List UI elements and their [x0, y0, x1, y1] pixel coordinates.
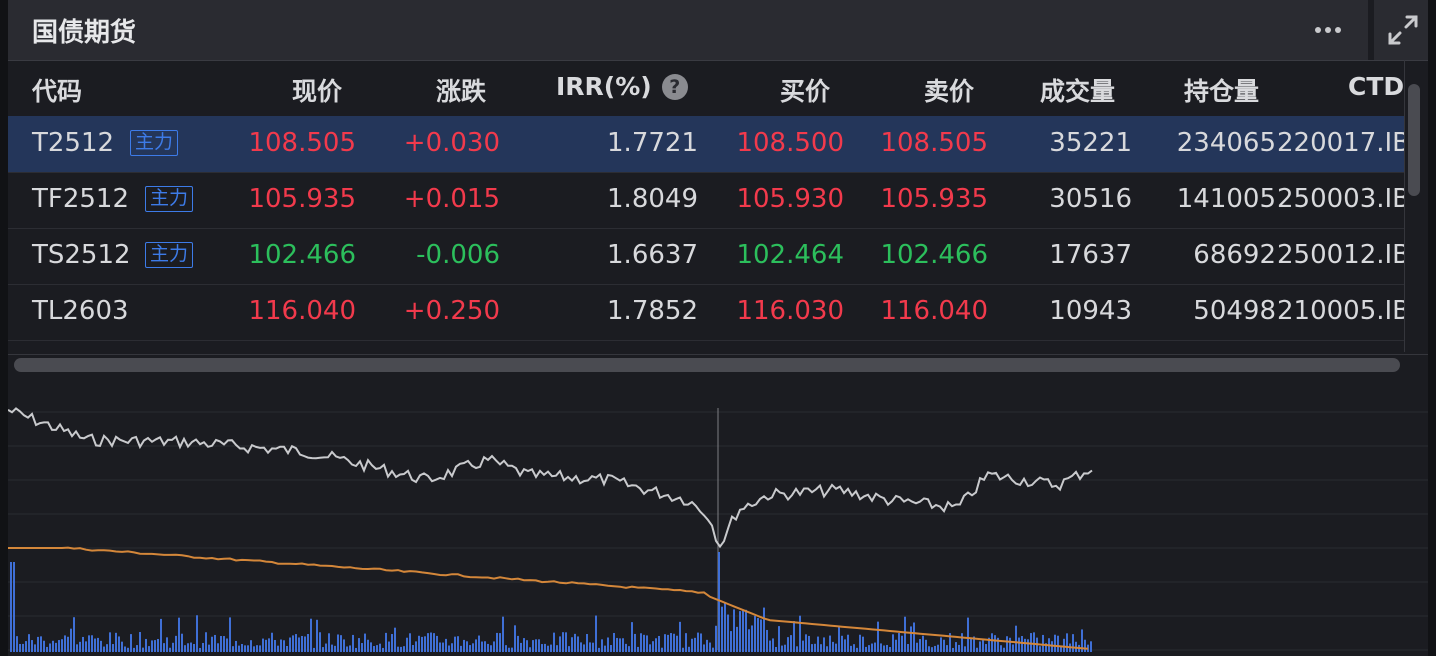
row-change: +0.030 — [403, 128, 500, 158]
row-oi: 68692 — [1193, 240, 1276, 270]
left-border — [0, 0, 8, 656]
row-change: -0.006 — [416, 240, 500, 270]
row-ask: 105.935 — [880, 184, 988, 214]
table-header: 代码 现价 涨跌 IRR(%)? 买价 卖价 成交量 持仓量 CTD — [8, 60, 1404, 116]
bond-futures-panel: 国债期货 代码 现价 涨跌 IRR(%)? 买价 卖价 成交量 持仓量 CTD … — [0, 0, 1436, 656]
row-bid: 108.500 — [736, 128, 844, 158]
row-price: 116.040 — [248, 296, 356, 326]
col-header-code[interactable]: 代码 — [32, 72, 82, 108]
horizontal-scroll-thumb[interactable] — [14, 358, 1400, 372]
table-row[interactable]: T2512 主力 108.505 +0.030 1.7721 108.500 108.505… — [8, 116, 1404, 173]
row-code: TF2512 — [32, 184, 130, 214]
col-header-ctd[interactable]: CTD — [1348, 72, 1404, 101]
vertical-scroll-thumb[interactable] — [1408, 84, 1420, 196]
row-oi: 141005 — [1176, 184, 1276, 214]
row-price: 108.505 — [248, 128, 356, 158]
row-ask: 116.040 — [880, 296, 988, 326]
col-header-bid[interactable]: 买价 — [780, 72, 830, 108]
main-contract-badge: 主力 — [130, 130, 179, 156]
col-header-open-interest[interactable]: 持仓量 — [1184, 72, 1259, 108]
futures-table: 代码 现价 涨跌 IRR(%)? 买价 卖价 成交量 持仓量 CTD T2512… — [8, 60, 1404, 356]
right-border — [1428, 0, 1436, 656]
row-change: +0.015 — [403, 184, 500, 214]
row-price: 102.466 — [248, 240, 356, 270]
row-bid: 102.464 — [736, 240, 844, 270]
row-irr: 1.8049 — [607, 184, 698, 214]
row-code: TL2603 — [32, 296, 129, 326]
table-row[interactable]: TL2603 116.040 +0.250 1.7852 116.030 116.040 1… — [8, 284, 1404, 341]
header-divider — [1368, 0, 1374, 60]
row-code: T2512 — [32, 128, 115, 158]
row-irr: 1.7721 — [607, 128, 698, 158]
row-volume: 30516 — [1049, 184, 1132, 214]
panel-header: 国债期货 — [8, 0, 1428, 61]
col-header-volume[interactable]: 成交量 — [1040, 72, 1115, 108]
row-volume: 17637 — [1049, 240, 1132, 270]
average-price-line — [8, 546, 1089, 650]
row-volume: 35221 — [1049, 128, 1132, 158]
table-row[interactable]: TS2512 主力 102.466 -0.006 1.6637 102.464 102.46… — [8, 228, 1404, 285]
main-contract-badge: 主力 — [145, 186, 194, 212]
more-options-button[interactable] — [1304, 10, 1352, 50]
row-oi: 234065 — [1176, 128, 1276, 158]
row-ask: 102.466 — [880, 240, 988, 270]
row-volume: 10943 — [1049, 296, 1132, 326]
intraday-chart[interactable] — [8, 380, 1428, 656]
row-irr: 1.6637 — [607, 240, 698, 270]
row-ctd: 210005.IB — [1277, 296, 1404, 326]
row-ctd: 250012.IB — [1277, 240, 1404, 270]
row-oi: 50498 — [1193, 296, 1276, 326]
row-price: 105.935 — [248, 184, 356, 214]
main-contract-badge: 主力 — [145, 242, 194, 268]
row-ctd: 250003.IB — [1277, 184, 1404, 214]
table-row[interactable]: TF2512 主力 105.935 +0.015 1.8049 105.930 105.93… — [8, 172, 1404, 229]
row-irr: 1.7852 — [607, 296, 698, 326]
more-horizontal-icon — [1315, 27, 1341, 33]
row-change: +0.250 — [403, 296, 500, 326]
row-ask: 108.505 — [880, 128, 988, 158]
col-header-price[interactable]: 现价 — [292, 72, 342, 108]
panel-title: 国债期货 — [32, 18, 137, 48]
col-header-irr-label: IRR(%) — [556, 72, 652, 101]
col-header-irr[interactable]: IRR(%)? — [556, 72, 688, 101]
expand-icon — [1388, 15, 1418, 45]
price-line — [8, 407, 1093, 549]
row-code: TS2512 — [32, 240, 131, 270]
expand-button[interactable] — [1378, 10, 1428, 50]
row-ctd: 220017.IB — [1277, 128, 1404, 158]
volume-bars — [10, 552, 1092, 652]
col-header-change[interactable]: 涨跌 — [436, 72, 486, 108]
row-bid: 116.030 — [736, 296, 844, 326]
help-icon[interactable]: ? — [661, 74, 688, 100]
row-bid: 105.930 — [736, 184, 844, 214]
col-header-ask[interactable]: 卖价 — [924, 72, 974, 108]
